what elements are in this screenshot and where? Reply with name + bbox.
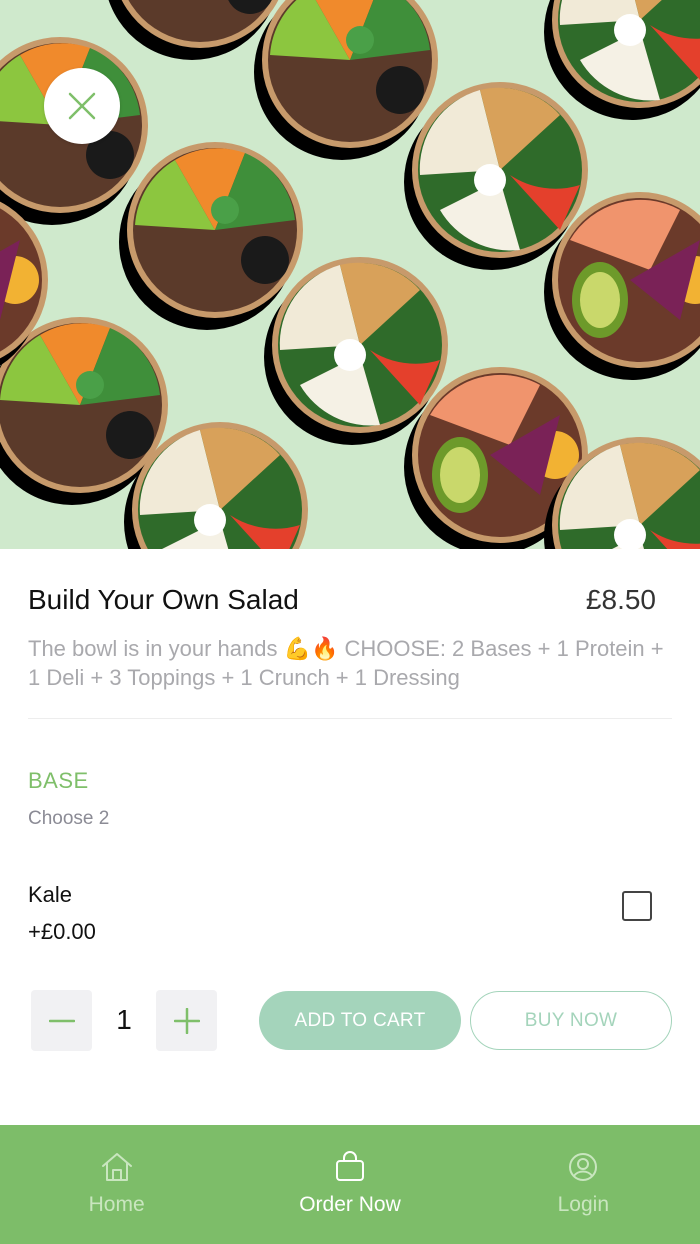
- quantity-decrease-button[interactable]: [31, 990, 92, 1051]
- nav-label-home: Home: [88, 1193, 145, 1216]
- buy-now-button[interactable]: BUY NOW: [470, 991, 672, 1050]
- close-button[interactable]: [44, 68, 120, 144]
- close-icon: [68, 92, 96, 120]
- option-checkbox[interactable]: [622, 891, 652, 921]
- section-subtitle: Choose 2: [28, 808, 110, 829]
- quantity-increase-button[interactable]: [156, 990, 217, 1051]
- product-price: £8.50: [585, 584, 656, 615]
- section-title: BASE: [28, 768, 89, 793]
- nav-item-home[interactable]: Home: [0, 1125, 233, 1244]
- nav-label-login: Login: [557, 1193, 610, 1216]
- plus-icon: [173, 1007, 200, 1034]
- quantity-value: 1: [116, 1004, 132, 1035]
- option-name: Kale: [28, 882, 73, 907]
- product-header: Build Your Own Salad £8.50: [28, 584, 656, 616]
- user-icon: [569, 1153, 598, 1181]
- nav-item-order-now[interactable]: Order Now: [233, 1125, 466, 1244]
- option-price: +£0.00: [28, 919, 96, 944]
- shopping-bag-icon: [335, 1151, 364, 1181]
- product-description: The bowl is in your hands 💪🔥 CHOOSE: 2 B…: [28, 636, 664, 690]
- bottom-nav: Home Order Now Login: [0, 1125, 700, 1244]
- home-icon: [101, 1153, 132, 1181]
- hero-image: [0, 0, 700, 549]
- nav-label-order-now: Order Now: [299, 1193, 401, 1216]
- nav-item-login[interactable]: Login: [467, 1125, 700, 1244]
- minus-icon: [48, 1019, 75, 1022]
- divider: [28, 718, 672, 719]
- add-to-cart-button[interactable]: ADD TO CART: [259, 991, 461, 1050]
- product-title: Build Your Own Salad: [28, 584, 299, 615]
